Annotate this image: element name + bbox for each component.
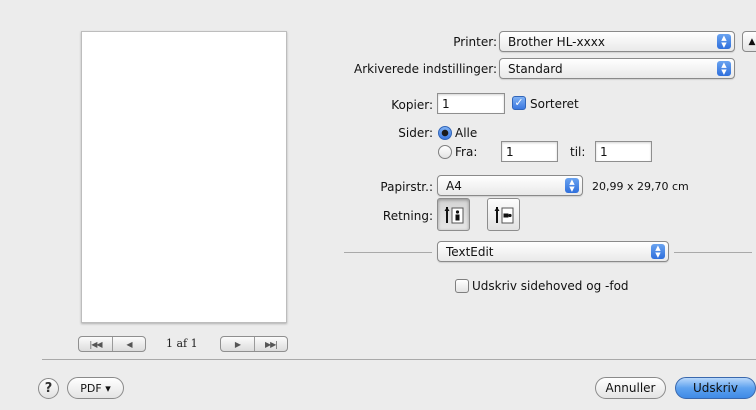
collated-label: Sorteret <box>530 97 579 111</box>
header-footer-checkbox[interactable] <box>455 279 469 293</box>
presets-popup[interactable]: Standard ▲ ▼ <box>499 58 735 79</box>
preview-forward-controls: ▶ ▶▶| <box>220 336 288 352</box>
orientation-portrait-button[interactable] <box>437 198 470 231</box>
printer-label: Printer: <box>453 35 497 49</box>
section-divider-left <box>344 252 432 253</box>
section-divider-right <box>674 252 752 253</box>
paper-size-value: A4 <box>446 178 462 193</box>
help-button[interactable]: ? <box>38 378 59 399</box>
page-count-label: 1 af 1 <box>166 337 198 350</box>
bottom-divider <box>42 359 756 360</box>
last-page-icon[interactable]: ▶▶| <box>254 337 287 351</box>
printer-value: Brother HL-xxxx <box>508 34 605 49</box>
copies-label: Kopier: <box>391 98 433 112</box>
previous-page-icon[interactable]: ◀ <box>112 337 145 351</box>
orientation-label: Retning: <box>382 209 433 223</box>
popup-arrows-icon: ▲ ▼ <box>717 34 731 49</box>
popup-arrows-icon: ▲ ▼ <box>565 178 579 193</box>
next-page-icon[interactable]: ▶ <box>221 337 254 351</box>
pages-to-field[interactable]: 1 <box>595 141 652 162</box>
pages-to-label: til: <box>570 145 586 159</box>
print-button[interactable]: Udskriv <box>675 377 756 399</box>
paper-dimensions: 20,99 x 29,70 cm <box>592 180 689 193</box>
pages-from-radio[interactable] <box>438 145 452 159</box>
paper-size-label: Papirstr.: <box>380 180 433 194</box>
header-footer-label: Udskriv sidehoved og -fod <box>472 279 629 293</box>
preview-back-controls: |◀◀ ◀ <box>78 336 146 352</box>
pages-label: Sider: <box>398 126 433 140</box>
orientation-landscape-button[interactable] <box>487 198 520 231</box>
portrait-orientation-icon <box>444 206 463 223</box>
pages-all-radio[interactable] <box>438 126 452 140</box>
popup-arrows-icon: ▲ ▼ <box>651 244 665 259</box>
collapse-details-button[interactable]: ▲ <box>742 31 756 52</box>
help-icon: ? <box>44 381 53 396</box>
pages-all-label: Alle <box>455 126 478 140</box>
copies-field[interactable]: 1 <box>437 93 505 114</box>
first-page-icon[interactable]: |◀◀ <box>79 337 112 351</box>
paper-size-popup[interactable]: A4 ▲ ▼ <box>437 175 583 196</box>
pdf-menu-button[interactable]: PDF ▾ <box>67 377 124 399</box>
pages-from-label: Fra: <box>455 145 478 159</box>
disclosure-up-icon: ▲ <box>748 36 756 47</box>
section-popup[interactable]: TextEdit ▲ ▼ <box>437 241 669 262</box>
printer-popup[interactable]: Brother HL-xxxx ▲ ▼ <box>499 31 735 52</box>
collated-checkbox[interactable]: ✓ <box>512 96 526 110</box>
pages-from-field[interactable]: 1 <box>501 141 558 162</box>
presets-label: Arkiverede indstillinger: <box>354 62 497 76</box>
popup-arrows-icon: ▲ ▼ <box>717 61 731 76</box>
landscape-orientation-icon <box>494 206 513 223</box>
section-value: TextEdit <box>446 244 494 259</box>
cancel-button[interactable]: Annuller <box>595 377 666 399</box>
page-preview <box>81 31 287 323</box>
presets-value: Standard <box>508 61 563 76</box>
